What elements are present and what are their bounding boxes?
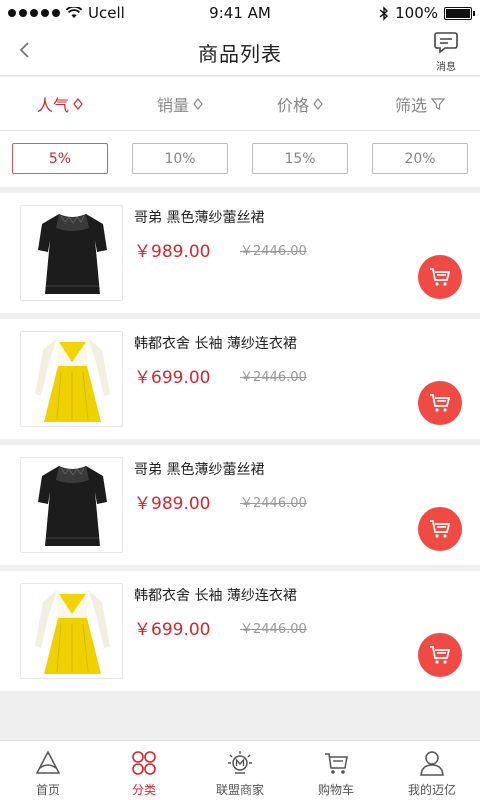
category-icon <box>132 751 156 775</box>
tab-home[interactable]: 首页 <box>0 741 96 800</box>
black-dress-image <box>38 466 107 546</box>
add-to-cart-button[interactable] <box>418 633 462 677</box>
sort-label: 价格 <box>276 95 309 115</box>
sort-popularity[interactable]: 人气 <box>0 77 120 130</box>
battery-icon <box>444 6 475 20</box>
sort-diamond-icon <box>73 97 83 110</box>
product-image-yellow-dress <box>20 331 123 427</box>
bluetooth-icon <box>379 5 389 21</box>
black-dress-image <box>38 214 107 294</box>
product-list: 哥弟 黑色薄纱蕾丝裙 ￥989.00 ￥2446.00 韩都衣舍 长袖 薄纱连衣… <box>0 193 480 697</box>
battery-percent: 100% <box>395 4 438 22</box>
product-original-price: ￥2446.00 <box>240 496 307 511</box>
product-original-price: ￥2446.00 <box>240 244 307 259</box>
cart-icon <box>325 753 348 774</box>
discount-chip-20[interactable]: 20% <box>372 143 468 174</box>
cart-icon <box>430 268 451 286</box>
home-icon <box>35 750 61 774</box>
tab-label: 购物车 <box>317 783 354 797</box>
sort-diamond-icon <box>313 97 323 110</box>
add-to-cart-button[interactable] <box>418 507 462 551</box>
tab-label: 分类 <box>131 783 156 797</box>
status-bar: Ucell 9:41 AM 100% <box>0 0 480 26</box>
page-title: 商品列表 <box>198 42 282 66</box>
tab-category[interactable]: 分类 <box>96 741 192 800</box>
cart-icon <box>430 520 451 538</box>
message-button[interactable]: 消息 <box>426 30 466 73</box>
sort-filter[interactable]: 筛选 <box>360 77 480 130</box>
cart-icon <box>430 394 451 412</box>
message-label: 消息 <box>436 62 456 73</box>
tab-bar: 首页 分类 联盟商家 购物车 我的迈亿 <box>0 740 480 800</box>
sort-label: 筛选 <box>394 95 427 115</box>
add-to-cart-button[interactable] <box>418 255 462 299</box>
product-price: ￥989.00 <box>134 242 211 262</box>
sort-label: 销量 <box>156 95 189 115</box>
product-card[interactable]: 韩都衣舍 长袖 薄纱连衣裙 ￥699.00 ￥2446.00 <box>0 571 480 691</box>
discount-chip-5[interactable]: 5% <box>12 143 108 174</box>
tab-label: 首页 <box>35 783 60 797</box>
product-price: ￥699.00 <box>134 620 211 640</box>
tab-merchants[interactable]: 联盟商家 <box>192 741 288 800</box>
yellow-dress-image <box>35 590 110 674</box>
product-original-price: ￥2446.00 <box>240 370 307 385</box>
product-image-black-dress <box>20 457 123 553</box>
discount-chip-15[interactable]: 15% <box>252 143 348 174</box>
filter-icon <box>431 97 445 110</box>
nav-bar: 商品列表 消息 <box>0 26 480 76</box>
product-card[interactable]: 哥弟 黑色薄纱蕾丝裙 ￥989.00 ￥2446.00 <box>0 445 480 565</box>
product-card[interactable]: 韩都衣舍 长袖 薄纱连衣裙 ￥699.00 ￥2446.00 <box>0 319 480 439</box>
discount-filter: 5% 10% 15% 20% <box>0 131 480 187</box>
product-image-yellow-dress <box>20 583 123 679</box>
status-right: 100% <box>379 4 475 22</box>
product-name[interactable]: 韩都衣舍 长袖 薄纱连衣裙 <box>134 333 297 353</box>
product-name[interactable]: 哥弟 黑色薄纱蕾丝裙 <box>134 207 264 227</box>
product-price: ￥989.00 <box>134 494 211 514</box>
product-original-price: ￥2446.00 <box>240 622 307 637</box>
sort-price[interactable]: 价格 <box>240 77 360 130</box>
sort-diamond-icon <box>193 97 203 110</box>
profile-icon <box>420 751 444 776</box>
yellow-dress-image <box>35 338 110 422</box>
sort-bar: 人气 销量 价格 筛选 <box>0 77 480 131</box>
add-to-cart-button[interactable] <box>418 381 462 425</box>
merchant-icon <box>228 751 252 774</box>
sort-sales[interactable]: 销量 <box>120 77 240 130</box>
discount-chip-10[interactable]: 10% <box>132 143 228 174</box>
product-name[interactable]: 韩都衣舍 长袖 薄纱连衣裙 <box>134 585 297 605</box>
tab-label: 我的迈亿 <box>407 783 456 797</box>
product-price: ￥699.00 <box>134 368 211 388</box>
product-card[interactable]: 哥弟 黑色薄纱蕾丝裙 ￥989.00 ￥2446.00 <box>0 193 480 313</box>
product-name[interactable]: 哥弟 黑色薄纱蕾丝裙 <box>134 459 264 479</box>
product-image-black-dress <box>20 205 123 301</box>
cart-icon <box>430 646 451 664</box>
tab-label: 联盟商家 <box>215 783 264 797</box>
message-icon <box>434 32 458 54</box>
tab-cart[interactable]: 购物车 <box>288 741 384 800</box>
sort-label: 人气 <box>36 95 69 115</box>
tab-profile[interactable]: 我的迈亿 <box>384 741 480 800</box>
